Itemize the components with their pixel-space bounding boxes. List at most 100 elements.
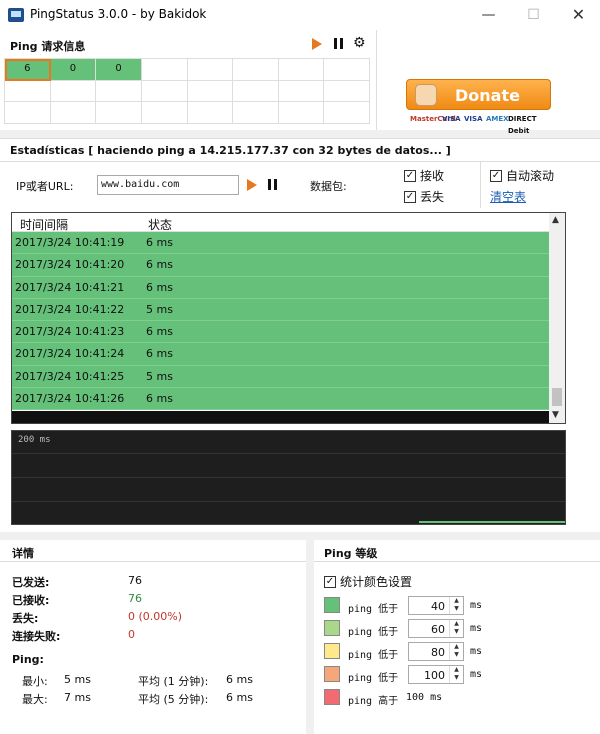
row-time: 2017/3/24 10:41:19 [15,236,125,249]
color-swatch[interactable] [324,597,340,613]
grid-line [12,477,565,478]
row-status: 6 ms [146,258,173,272]
pause-ping-icon[interactable] [268,179,277,190]
ping-cell [50,80,97,103]
start-ping-icon[interactable] [247,179,257,191]
minimize-button[interactable]: — [466,0,511,30]
maximize-button[interactable]: ☐ [511,0,556,30]
scroll-down-icon[interactable]: ▼ [552,410,559,420]
ping-cell [278,80,325,103]
level-value: 100 [424,669,445,682]
received-label: 接收 [420,169,445,183]
lost-value: 0 (0.00%) [128,610,183,623]
app-icon [8,8,24,22]
packet-label: 数据包: [310,180,347,193]
checkbox-box: ✓ [324,575,336,588]
ping-cell [233,80,279,103]
row-status: 6 ms [146,280,173,294]
table-footer-band [12,411,549,423]
donate-button[interactable]: Donate [406,79,551,110]
close-button[interactable]: ✕ [556,0,600,30]
level-label: ping 低于 [348,627,399,638]
table-row[interactable]: 2017/3/24 10:41:21 6 ms [12,276,549,299]
details-panel: 详情 已发送: 76 已接收: 76 丢失: 0 (0.00%) 连接失败: 0… [0,540,306,734]
table-row[interactable]: 2017/3/24 10:41:20 6 ms [12,254,549,277]
row-time: 2017/3/24 10:41:25 [15,369,125,383]
col-status-header[interactable]: 状态 [148,216,172,233]
avg5-label: 平均 (5 分钟): [138,693,209,706]
ping-cell [141,80,188,103]
col-time-header[interactable]: 时间间隔 [20,216,68,233]
level-unit: ms [470,646,483,657]
row-status: 6 ms [146,347,173,361]
gear-icon[interactable]: ⚙ [353,36,366,50]
log-scrollbar[interactable]: ▲ ▼ [549,213,565,423]
ping-cell [96,80,142,103]
stats-bar: Estadísticas [ haciendo ping a 14.215.17… [0,138,600,162]
ping-graph: 200 ms [11,430,566,525]
ping-cell [50,102,97,124]
sent-value: 76 [128,574,142,587]
stats-text: Estadísticas [ haciendo ping a 14.215.17… [10,144,451,157]
level-unit: ms [470,669,483,680]
ping-grid: 6 0 0 [4,58,370,124]
title-bar: PingStatus 3.0.0 - by Bakidok — ☐ ✕ [0,0,600,30]
color-setting-checkbox[interactable]: ✓ 统计颜色设置 [324,573,412,590]
pause-icon[interactable] [334,38,343,49]
stepper-arrows-icon[interactable]: ▲ ▼ [449,666,463,683]
stepper-arrows-icon[interactable]: ▲ ▼ [449,597,463,614]
level-value: 60 [431,623,445,636]
received-checkbox[interactable]: ✓ 接收 [404,167,444,184]
visa-logo: VISA [464,115,483,123]
avg1-value: 6 ms [226,673,253,686]
ping-cell [233,102,279,124]
table-row[interactable]: 2017/3/24 10:41:23 6 ms [12,321,549,344]
payment-cards: MasterCard VISA VISA AMEX DIRECT Debit [410,113,550,135]
level-stepper[interactable]: 100 ▲ ▼ [408,665,464,684]
scroll-up-icon[interactable]: ▲ [552,215,559,225]
lost-checkbox[interactable]: ✓ 丢失 [404,188,444,205]
color-setting-label: 统计颜色设置 [340,575,413,589]
row-status: 6 ms [146,392,173,406]
table-row[interactable]: 2017/3/24 10:41:25 5 ms [12,365,549,389]
max-label: 最大: [22,693,48,706]
stepper-arrows-icon[interactable]: ▲ ▼ [449,620,463,637]
received-value: 76 [128,592,142,605]
autoscroll-checkbox[interactable]: ✓ 自动滚动 [490,167,554,184]
grid-line [12,501,565,502]
table-row[interactable]: 2017/3/24 10:41:26 6 ms [12,388,549,411]
ping-cell: 0 [96,59,142,81]
color-swatch[interactable] [324,689,340,705]
failed-label: 连接失败: [12,630,61,643]
level-stepper[interactable]: 80 ▲ ▼ [408,642,464,661]
levels-title: Ping 等级 [324,547,378,560]
min-label: 最小: [22,675,48,688]
clear-table-link[interactable]: 清空表 [490,188,526,205]
table-row[interactable]: 2017/3/24 10:41:22 5 ms [12,298,549,322]
levels-header: Ping 等级 [314,540,600,562]
table-body: 2017/3/24 10:41:19 6 ms 2017/3/24 10:41:… [12,232,549,411]
level-stepper[interactable]: 60 ▲ ▼ [408,619,464,638]
play-icon[interactable] [312,38,322,50]
stepper-arrows-icon[interactable]: ▲ ▼ [449,643,463,660]
avg1-label: 平均 (1 分钟): [138,675,209,688]
autoscroll-label: 自动滚动 [506,169,555,183]
amex-logo: AMEX [486,115,509,123]
table-row[interactable]: 2017/3/24 10:41:19 6 ms [12,232,549,255]
table-row[interactable]: 2017/3/24 10:41:24 6 ms [12,343,549,366]
level-stepper[interactable]: 40 ▲ ▼ [408,596,464,615]
ping-cell: 6 [5,59,51,81]
grid-line [12,453,565,454]
main-panel: IP或者URL: www.baidu.com 数据包: ✓ 接收 ✓ 丢失 ✓ … [0,162,600,532]
url-input[interactable]: www.baidu.com [97,175,239,195]
row-status: 5 ms [146,369,173,383]
ping-cell [324,59,370,81]
color-swatch[interactable] [324,620,340,636]
row-time: 2017/3/24 10:41:20 [15,258,125,272]
color-swatch[interactable] [324,643,340,659]
color-swatch[interactable] [324,666,340,682]
scroll-thumb[interactable] [552,388,562,406]
sent-label: 已发送: [12,576,50,589]
ip-label: IP或者URL: [16,180,74,193]
ping-cell [5,80,51,103]
